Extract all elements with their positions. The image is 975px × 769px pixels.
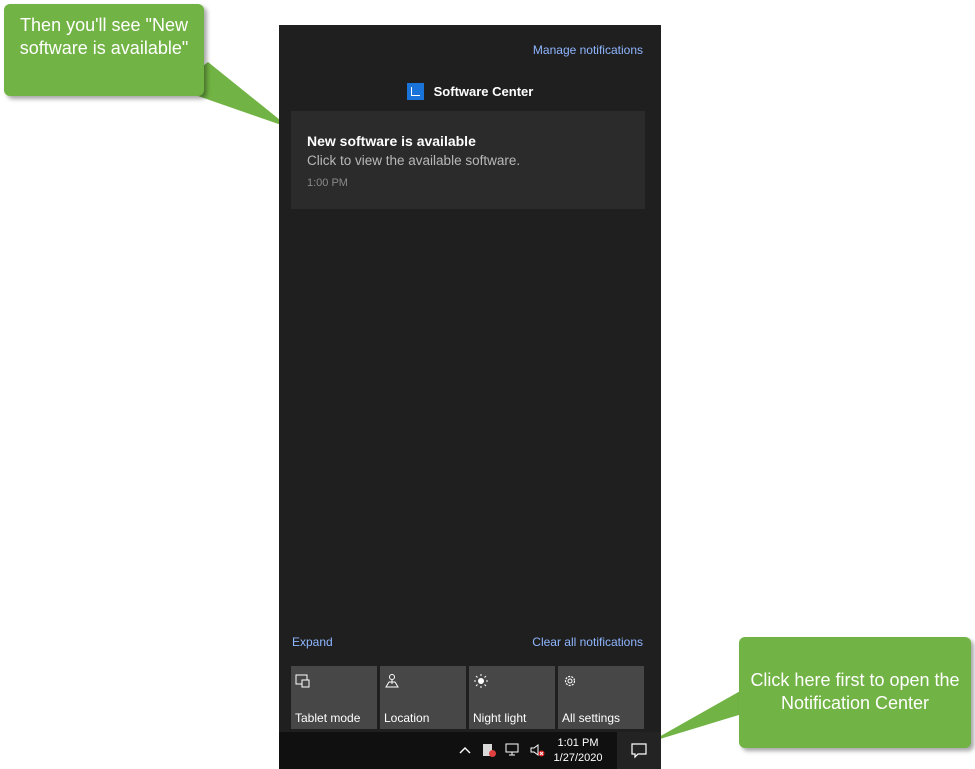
quick-action-label: Location <box>384 711 430 725</box>
quick-action-location[interactable]: Location <box>380 666 466 729</box>
software-center-icon <box>406 82 424 100</box>
notification-title: New software is available <box>307 133 476 149</box>
tablet-mode-icon <box>295 674 310 688</box>
quick-action-label: Night light <box>473 711 527 725</box>
callout-arrow-bottom <box>650 690 742 742</box>
action-center-panel: Manage notifications Software Center New… <box>279 25 661 732</box>
callout-text: Then you'll see "New software is availab… <box>19 15 189 58</box>
quick-action-night-light[interactable]: Night light <box>469 666 555 729</box>
expand-link[interactable]: Expand <box>292 635 333 649</box>
software-center-tray-icon[interactable] <box>481 742 497 758</box>
chevron-up-icon[interactable] <box>457 742 473 758</box>
taskbar-clock[interactable]: 1:01 PM 1/27/2020 <box>547 736 609 766</box>
network-icon[interactable] <box>505 742 521 758</box>
clear-all-notifications-link[interactable]: Clear all notifications <box>532 635 643 649</box>
notification-time: 1:00 PM <box>307 177 348 189</box>
quick-action-all-settings[interactable]: All settings <box>558 666 644 729</box>
callout-new-software: Then you'll see "New software is availab… <box>4 4 204 96</box>
notification-body: Click to view the available software. <box>307 153 521 168</box>
system-tray <box>457 742 545 758</box>
app-group-header[interactable]: Software Center <box>279 81 661 101</box>
notification-card[interactable]: New software is available Click to view … <box>291 111 645 209</box>
action-center-button[interactable] <box>617 732 661 769</box>
taskbar: 1:01 PM 1/27/2020 <box>279 732 661 769</box>
app-name: Software Center <box>433 83 534 99</box>
quick-action-label: Tablet mode <box>295 711 361 725</box>
quick-actions: Tablet mode Location Night light All set… <box>291 666 647 729</box>
clock-date: 1/27/2020 <box>553 752 603 764</box>
clock-time: 1:01 PM <box>557 737 599 749</box>
quick-action-tablet-mode[interactable]: Tablet mode <box>291 666 377 729</box>
manage-notifications-link[interactable]: Manage notifications <box>533 43 643 57</box>
volume-muted-icon[interactable] <box>529 742 545 758</box>
night-light-icon <box>474 674 488 688</box>
location-icon <box>385 674 399 688</box>
gear-icon <box>564 675 576 687</box>
quick-action-label: All settings <box>562 711 621 725</box>
callout-open-notification-center: Click here first to open the Notificatio… <box>739 637 971 748</box>
callout-text: Click here first to open the Notificatio… <box>750 670 960 713</box>
action-center-icon <box>631 743 647 759</box>
